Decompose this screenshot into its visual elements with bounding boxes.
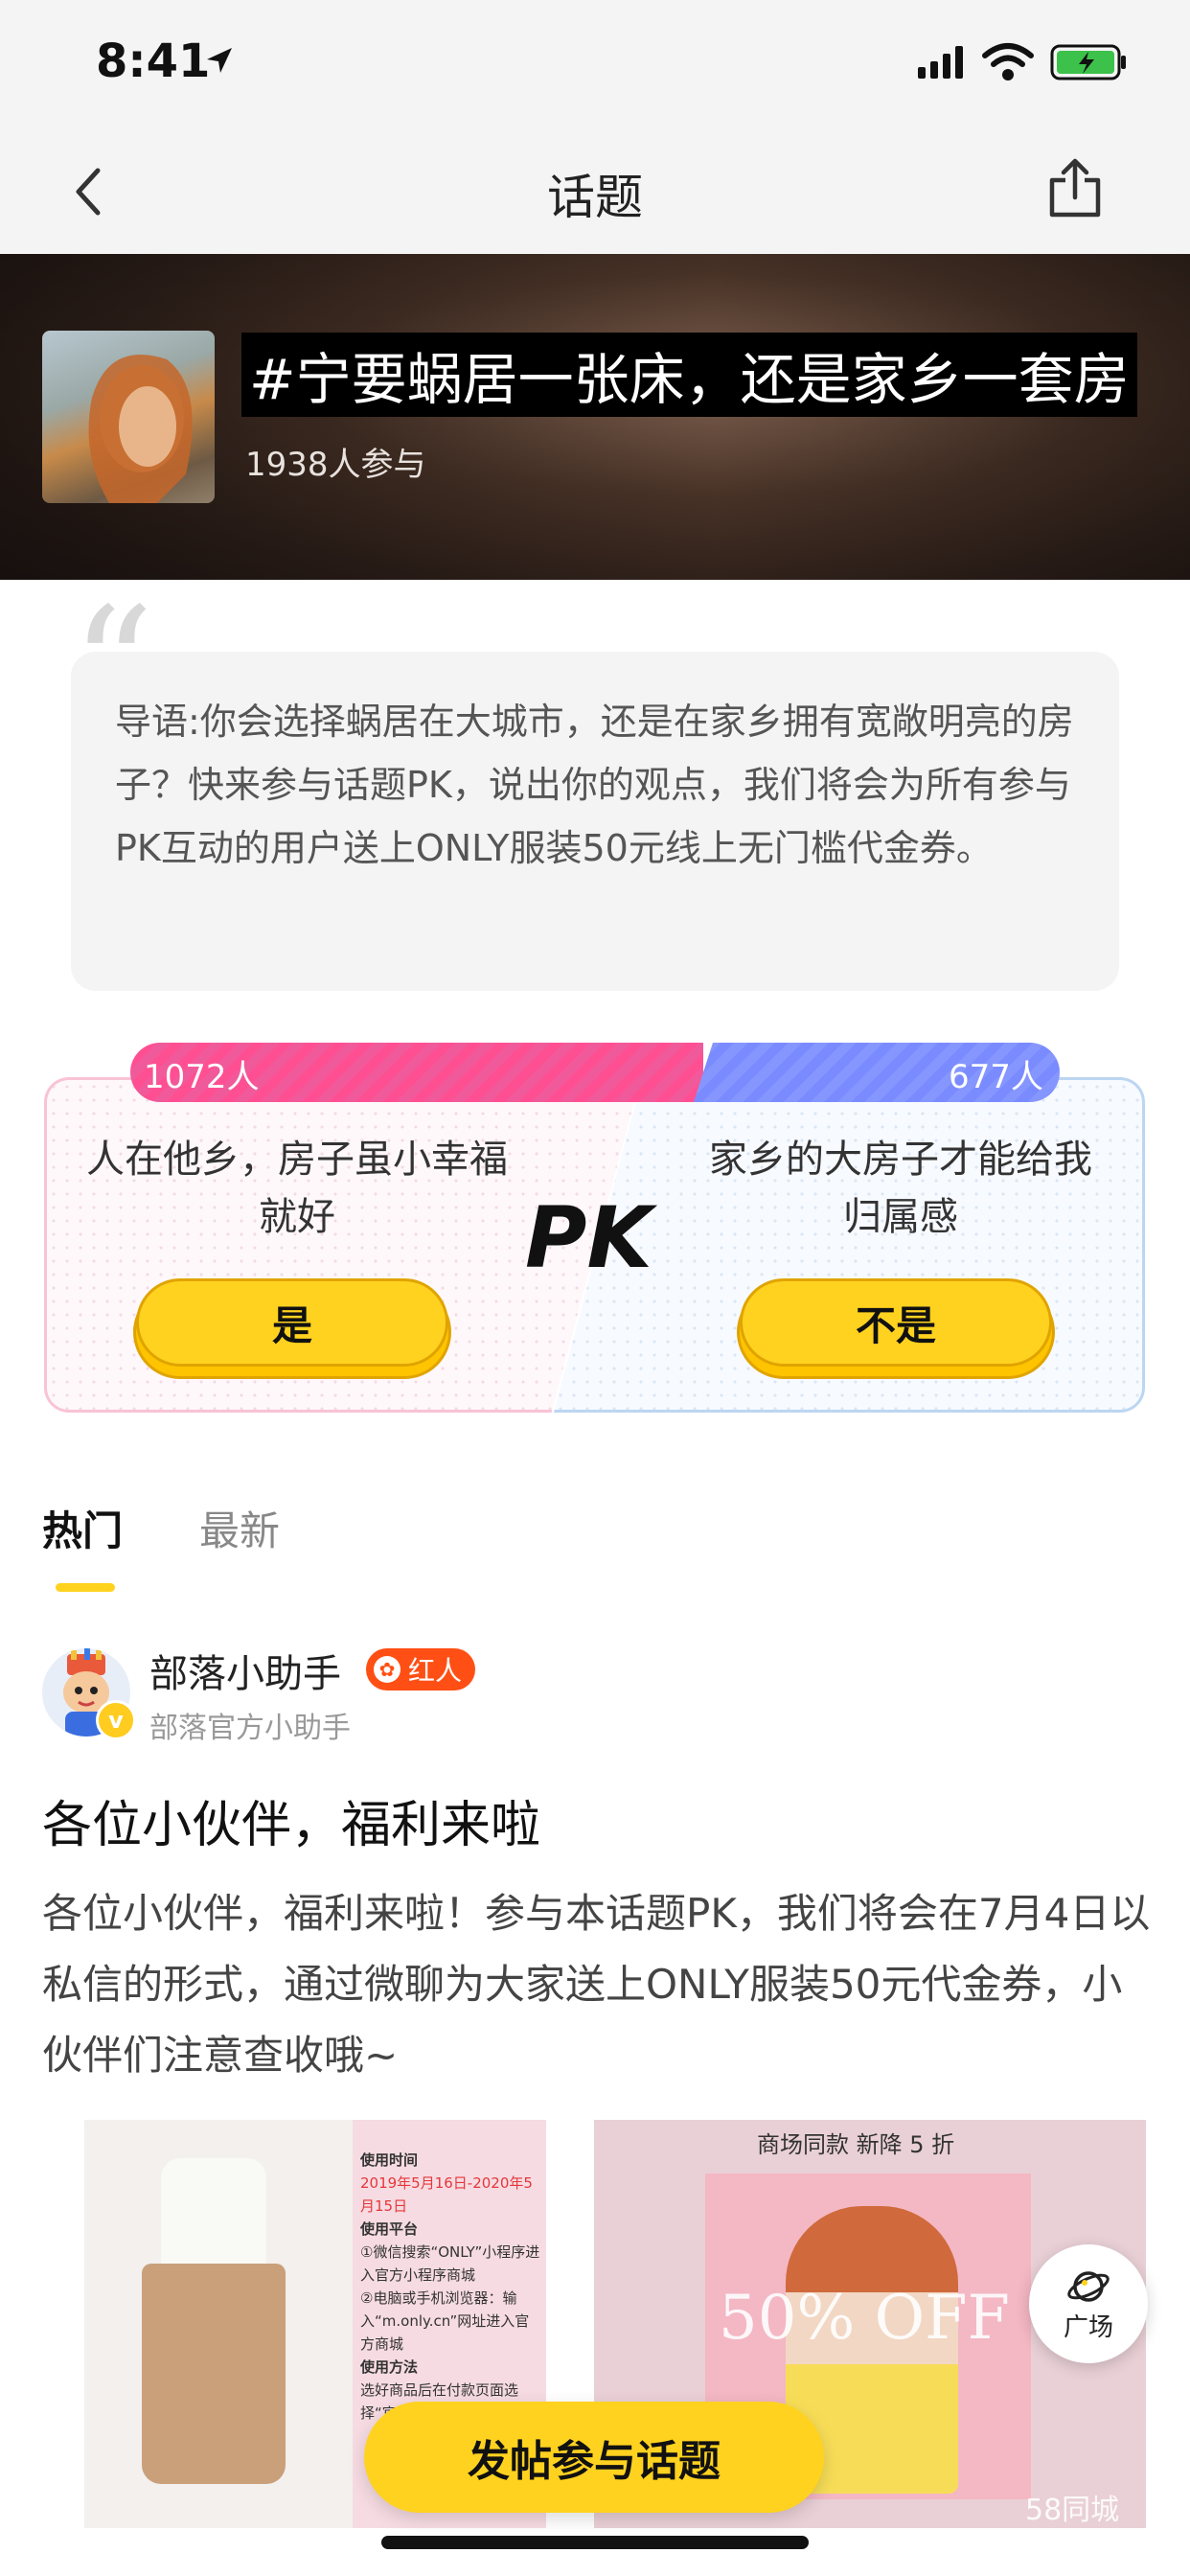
- product-photo: [84, 2120, 353, 2528]
- badge-star-icon: ✿: [374, 1656, 400, 1683]
- wifi-icon: [982, 43, 1034, 80]
- badge-label: 红人: [408, 1655, 463, 1687]
- intro-text: 导语:你会选择蜗居在大城市，还是在家乡拥有宽敞明亮的房子？快来参与话题PK，说出…: [115, 701, 1074, 869]
- battery-charging-icon: [1050, 44, 1126, 80]
- planet-icon: [1067, 2271, 1110, 2302]
- step-1-detail: 2019年5月16日-2020年5月15日: [360, 2174, 533, 2215]
- step-2-detail-a: ①微信搜索“ONLY”小程序进入官方小程序商城: [360, 2243, 540, 2284]
- author-name[interactable]: 部落小助手: [149, 1643, 341, 1698]
- navigation-bar: 话题: [0, 125, 1190, 254]
- topic-banner: #宁要蜗居一张床，还是家乡一套房 1938人参与: [0, 254, 1190, 580]
- post-to-topic-button[interactable]: 发帖参与话题: [364, 2402, 824, 2513]
- tab-latest[interactable]: 最新: [199, 1499, 280, 1557]
- plaza-label: 广场: [1063, 2313, 1113, 2342]
- author-subtitle: 部落官方小助手: [149, 1712, 351, 1745]
- post-title[interactable]: 各位小伙伴，福利来啦: [42, 1784, 540, 1856]
- sale-text: 50% OFF: [719, 2283, 1010, 2354]
- intro-box: 导语:你会选择蜗居在大城市，还是在家乡拥有宽敞明亮的房子？快来参与话题PK，说出…: [71, 652, 1119, 991]
- active-tab-indicator: [56, 1583, 115, 1592]
- pk-left-count: 1072人: [144, 1058, 260, 1096]
- participant-count: 1938人参与: [245, 446, 426, 484]
- promo-headline: 商场同款 新降 5 折: [757, 2131, 955, 2158]
- status-bar: 8:41: [0, 0, 1190, 125]
- pk-option-right: 家乡的大房子才能给我归属感: [709, 1138, 1092, 1239]
- watermark: 58同城: [1025, 2494, 1120, 2527]
- coupon-instructions: 使用时间 2019年5月16日-2020年5月15日 使用平台 ①微信搜索“ON…: [360, 2149, 542, 2425]
- step-3-title: 使用方法: [360, 2358, 419, 2376]
- post-body[interactable]: 各位小伙伴，福利来啦！参与本话题PK，我们将会在7月4日以私信的形式，通过微聊为…: [42, 1878, 1154, 2091]
- vote-no-button[interactable]: 不是: [740, 1278, 1052, 1367]
- pk-right-count: 677人: [949, 1058, 1043, 1096]
- pk-option-left: 人在他乡，房子虽小幸福就好: [86, 1138, 508, 1239]
- topic-title: #宁要蜗居一张床，还是家乡一套房: [241, 333, 1137, 417]
- cellular-signal-icon: [918, 46, 963, 79]
- verified-badge-icon: v: [96, 1700, 136, 1740]
- topic-thumbnail: [42, 331, 215, 503]
- pk-label: PK: [525, 1188, 652, 1287]
- influencer-badge: ✿ 红人: [366, 1648, 476, 1690]
- portrait-image: [88, 355, 193, 503]
- vote-yes-button[interactable]: 是: [136, 1278, 448, 1367]
- blouse-shape: [161, 2158, 266, 2273]
- tab-hot[interactable]: 热门: [42, 1499, 123, 1557]
- share-icon[interactable]: [1046, 157, 1104, 218]
- location-arrow-icon: [207, 48, 232, 73]
- step-2-detail-b: ②电脑或手机浏览器：输入“m.only.cn”网址进入官方商城: [360, 2289, 530, 2353]
- clock: 8:41: [96, 34, 211, 88]
- home-indicator: [381, 2536, 809, 2549]
- step-1-title: 使用时间: [360, 2151, 419, 2169]
- step-2-title: 使用平台: [360, 2220, 419, 2238]
- page-title: 话题: [547, 170, 643, 225]
- skirt-shape: [142, 2264, 286, 2484]
- plaza-button[interactable]: 广场: [1029, 2244, 1148, 2363]
